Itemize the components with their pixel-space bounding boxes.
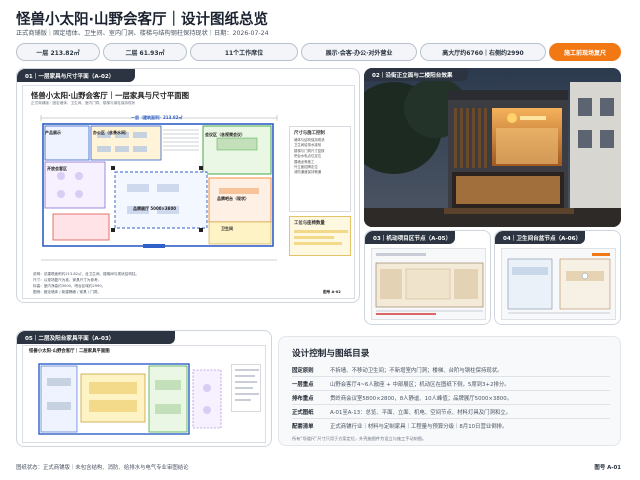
panel-facade-tag: 02｜沿街正立面与二楼阳台效果 bbox=[364, 68, 468, 81]
floor1-area-label: 一层（建筑面积）213.82㎡ bbox=[131, 115, 183, 120]
floor1-control-title: 尺寸与施工控制 bbox=[294, 131, 325, 136]
toc-key: 正式图纸 bbox=[292, 410, 314, 416]
toc-row: 正式图纸 A-01至A-13：总览、平面、立面、机电、空间节点、材料灯具及门洞和… bbox=[292, 408, 511, 416]
panel-floor1-plan[interactable]: 01｜一层家具与尺寸平面（A-02） 怪兽小太阳·山野会客厅｜一层家具与尺寸平面… bbox=[16, 68, 360, 303]
pill-workstations[interactable]: 11个工作席位 bbox=[190, 43, 298, 61]
floor1-sheet-subtitle: 正式商铺版｜固定墙体、卫生间、室内门洞、楼梯与钢柱保持现状 bbox=[31, 101, 136, 105]
panel-detail-a06[interactable]: 04｜卫生间台盆节点（A-06） bbox=[494, 230, 621, 325]
panel-floor2-plan[interactable]: 05｜二层及阳台家具平面（A-03） 怪兽小太阳·山野会客厅｜二层家具平面图 bbox=[16, 330, 272, 447]
pill-heights[interactable]: 高大厅约6760｜右侧约2990 bbox=[420, 43, 546, 61]
detail-a06-drawing bbox=[501, 248, 616, 320]
toc-value: 正式商铺行业｜材料与定制家具｜工程量与预算分级｜8月10日营业倒排。 bbox=[330, 424, 508, 430]
floor2-plan-drawing bbox=[29, 360, 225, 438]
toc-value: 贯岭商会议室5800×2800，8人静谧、10人峰值；品牌展厅5000×3800… bbox=[330, 396, 513, 402]
room-workarea-label: 品牌展厅 5000×3800 bbox=[133, 206, 177, 211]
toc-row: 一层重点 山野会客厅4~6人散座 + 中部展区；机动区在图纸下侧，5席到3+2排… bbox=[292, 380, 510, 388]
pill-floor1-area[interactable]: 一层 213.82㎡ bbox=[16, 43, 100, 61]
detail-a05-drawing bbox=[371, 248, 486, 320]
floor1-note: 说明：总建筑面积约213.82㎡，含卫生间、楼梯间与现状结构柱。 bbox=[33, 272, 140, 276]
toc-divider bbox=[292, 376, 610, 377]
floor1-seat-count: 工位与座椅数量 bbox=[289, 216, 351, 256]
pill-functions[interactable]: 展示·会客·办公·对外营业 bbox=[301, 43, 417, 61]
toc-divider bbox=[292, 418, 610, 419]
toc-row: 固定原则 不拆墙、不移动卫生间；不新增室内门洞；楼梯、台阶与钢柱保持现状。 bbox=[292, 366, 503, 374]
control-item: 消防通道保持畅通 bbox=[294, 170, 322, 175]
room-bar-label: 品牌吧台（现状） bbox=[217, 196, 249, 201]
panel-detail-a05[interactable]: 03｜机动项目区节点（A-05） bbox=[364, 230, 491, 325]
floor2-sheet-title: 怪兽小太阳·山野会客厅｜二层家具平面图 bbox=[29, 349, 110, 354]
floor1-note: 标高：室内净高约3000，吧台区域约2990。 bbox=[33, 284, 106, 288]
toc-divider bbox=[292, 390, 610, 391]
toc-value: A-01至A-13：总览、平面、立面、机电、空间节点、材料灯具及门洞和立。 bbox=[330, 410, 512, 416]
page-subtitle: 正式商铺版｜固定墙体、卫生间、室内门洞、楼梯与结构钢柱保持现状｜日期：2026-… bbox=[16, 30, 269, 37]
floor1-sheet-number: 图号 A-02 bbox=[323, 290, 341, 294]
floor1-sheet-title: 怪兽小太阳·山野会客厅｜一层家具与尺寸平面图 bbox=[31, 91, 190, 100]
page-title: 怪兽小太阳·山野会客厅｜设计图纸总览 bbox=[16, 12, 269, 28]
toc-value: 山野会客厅4~6人散座 + 中部展区；机动区在图纸下侧，5席到3+2排分。 bbox=[330, 382, 510, 388]
panel-facade-render[interactable]: 02｜沿街正立面与二楼阳台效果 bbox=[364, 68, 621, 227]
floor2-side-legend bbox=[231, 364, 261, 412]
panel-floor1-tag: 01｜一层家具与尺寸平面（A-02） bbox=[17, 69, 135, 82]
pill-floor2-area[interactable]: 二层 61.93㎡ bbox=[103, 43, 187, 61]
floor1-plan-drawing bbox=[33, 110, 285, 268]
floor1-note: 尺寸：以现场复尺为准，家具尺寸为参考。 bbox=[33, 278, 102, 282]
room-toilet-label: 卫生间 bbox=[221, 226, 233, 231]
panel-detail-a06-tag: 04｜卫生间台盆节点（A-06） bbox=[495, 231, 585, 244]
room-office-label: 办公区（含茶水间） bbox=[93, 130, 129, 135]
toc-row: 排布重点 贯岭商会议室5800×2800，8人静谧、10人峰值；品牌展厅5000… bbox=[292, 394, 512, 402]
floor1-sheet: 怪兽小太阳·山野会客厅｜一层家具与尺寸平面图 正式商铺版｜固定墙体、卫生间、室内… bbox=[22, 85, 355, 299]
room-product-label: 产品展示 bbox=[45, 130, 61, 135]
panel-floor2-tag: 05｜二层及阳台家具平面（A-03） bbox=[17, 331, 175, 344]
panel-design-control: 设计控制与图纸目录 固定原则 不拆墙、不移动卫生间；不新增室内门洞；楼梯、台阶与… bbox=[278, 336, 621, 446]
floor1-note: 图例：固定墙体 / 新建隔墙 / 家具 / 门洞。 bbox=[33, 290, 101, 294]
facade-render-image bbox=[364, 68, 621, 227]
toc-key: 固定原则 bbox=[292, 368, 314, 374]
seat-count-bars bbox=[294, 230, 348, 245]
footer-sheet-number: 图号 A-01 bbox=[594, 465, 621, 471]
room-lounge-label: 开放会客区 bbox=[47, 166, 67, 171]
toc-row: 配套清单 正式商铺行业｜材料与定制家具｜工程量与预算分级｜8月10日营业倒排。 bbox=[292, 422, 507, 430]
toc-title: 设计控制与图纸目录 bbox=[292, 349, 370, 359]
toc-value: 不拆墙、不移动卫生间；不新增室内门洞；楼梯、台阶与钢柱保持现状。 bbox=[330, 368, 503, 374]
room-meeting-label: 会议区（含视频会议） bbox=[205, 132, 245, 137]
panel-detail-a05-tag: 03｜机动项目区节点（A-05） bbox=[365, 231, 455, 244]
floor1-control-list: 尺寸与施工控制 墙体与结构保持现状 卫生间给排水接驳 楼梯与门洞尺寸复核 吧台水… bbox=[289, 126, 351, 212]
footer-status: 图纸状态：正式商铺版｜未包含结构、消防、给排水与电气专业审图结论 bbox=[16, 465, 189, 471]
toc-key: 一层重点 bbox=[292, 382, 314, 388]
seat-count-title: 工位与座椅数量 bbox=[294, 221, 325, 226]
pill-site-remeasure[interactable]: 施工前现场复尺 bbox=[549, 43, 621, 61]
toc-divider bbox=[292, 404, 610, 405]
toc-note: 所有“坝道尺”尺寸只用于方案定位，外壳施图件为设立与施工手动刻图。 bbox=[292, 436, 427, 441]
toc-key: 配套清单 bbox=[292, 424, 314, 430]
floor2-sheet: 怪兽小太阳·山野会客厅｜二层家具平面图 bbox=[22, 345, 266, 443]
toc-key: 排布重点 bbox=[292, 396, 314, 402]
